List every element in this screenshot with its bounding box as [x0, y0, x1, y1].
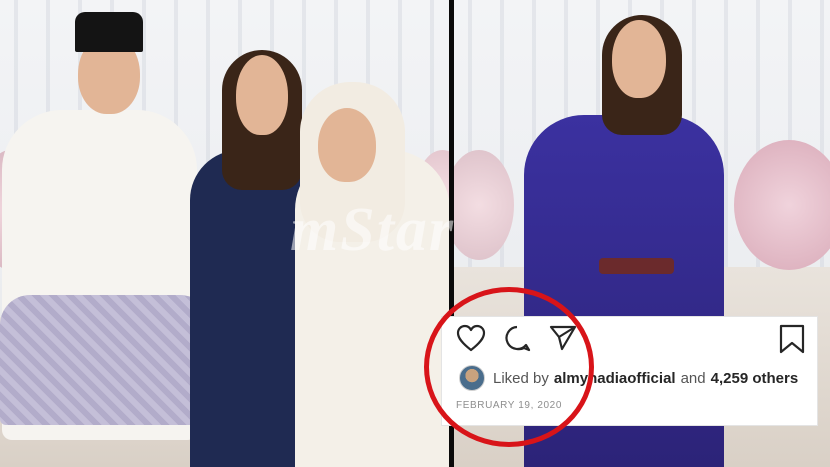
songkok-cap — [75, 12, 143, 52]
bookmark-icon[interactable] — [779, 324, 805, 354]
liked-by-connector: and — [680, 369, 706, 387]
red-highlight-circle — [424, 287, 594, 447]
watermark-logo: mStar — [290, 196, 456, 264]
sampin-sarong — [0, 295, 210, 425]
belt — [599, 258, 674, 274]
likes-count[interactable]: 4,259 others — [711, 370, 799, 387]
